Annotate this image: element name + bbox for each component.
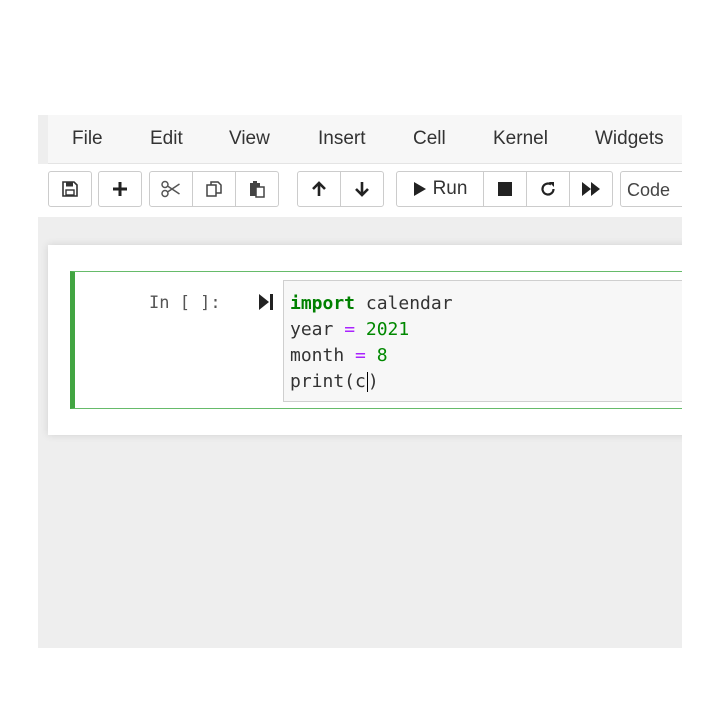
code-text: print(c [290,371,366,392]
copy-button[interactable] [192,171,236,207]
arrow-down-icon [355,182,369,197]
save-icon [62,181,78,197]
cut-button[interactable] [149,171,193,207]
move-group [297,171,384,209]
code-line: month = 8 [290,343,682,369]
menu-view[interactable]: View [229,128,270,150]
menu-bar: File Edit View Insert Cell Kernel Widget… [48,115,682,164]
restart-icon [541,182,555,196]
code-text: calendar [355,293,453,314]
edit-group [149,171,279,209]
input-prompt: In [ ]: [149,293,221,313]
code-line: import calendar [290,291,682,317]
menu-widgets[interactable]: Widgets [595,128,664,150]
move-up-button[interactable] [297,171,341,207]
menu-cell[interactable]: Cell [413,128,446,150]
code-operator: = [355,345,366,366]
code-editor[interactable]: import calendar year = 2021 month = 8 pr… [283,280,682,402]
stop-icon [498,182,512,196]
paste-button[interactable] [235,171,279,207]
code-text: ) [367,371,379,392]
cell-type-select[interactable]: Code [620,171,682,207]
insert-cell-button[interactable] [98,171,142,207]
toolbar: Run Code [38,164,682,217]
code-text: month [290,345,356,366]
notebook-container: In [ ]: import calendar year = 2021 mont… [48,245,682,435]
fast-forward-icon [582,182,600,196]
code-line: print(c) [290,369,682,395]
arrow-up-icon [312,181,326,196]
move-down-button[interactable] [340,171,384,207]
paste-icon [250,181,265,198]
code-operator: = [344,319,356,340]
copy-icon [206,181,222,197]
code-line: year = 2021 [290,317,682,343]
scissors-icon [161,180,180,198]
code-text: year [290,319,345,340]
menu-file[interactable]: File [72,128,103,150]
notebook-app: File Edit View Insert Cell Kernel Widget… [38,115,682,648]
run-label: Run [432,178,468,199]
menu-insert[interactable]: Insert [318,128,366,150]
interrupt-button[interactable] [483,171,527,207]
code-keyword: import [290,293,356,314]
run-all-button[interactable] [569,171,613,207]
play-icon [413,182,426,196]
code-number: 2021 [355,319,410,340]
insert-group [98,171,142,209]
code-number: 8 [365,345,388,366]
save-button[interactable] [48,171,92,207]
menu-kernel[interactable]: Kernel [493,128,548,150]
run-button[interactable]: Run [396,171,484,207]
run-cell-icon[interactable] [258,293,274,316]
plus-icon [113,182,127,196]
save-group [48,171,92,209]
menu-edit[interactable]: Edit [150,128,183,150]
restart-button[interactable] [526,171,570,207]
code-cell[interactable]: In [ ]: import calendar year = 2021 mont… [70,271,682,409]
run-group: Run [396,171,613,209]
